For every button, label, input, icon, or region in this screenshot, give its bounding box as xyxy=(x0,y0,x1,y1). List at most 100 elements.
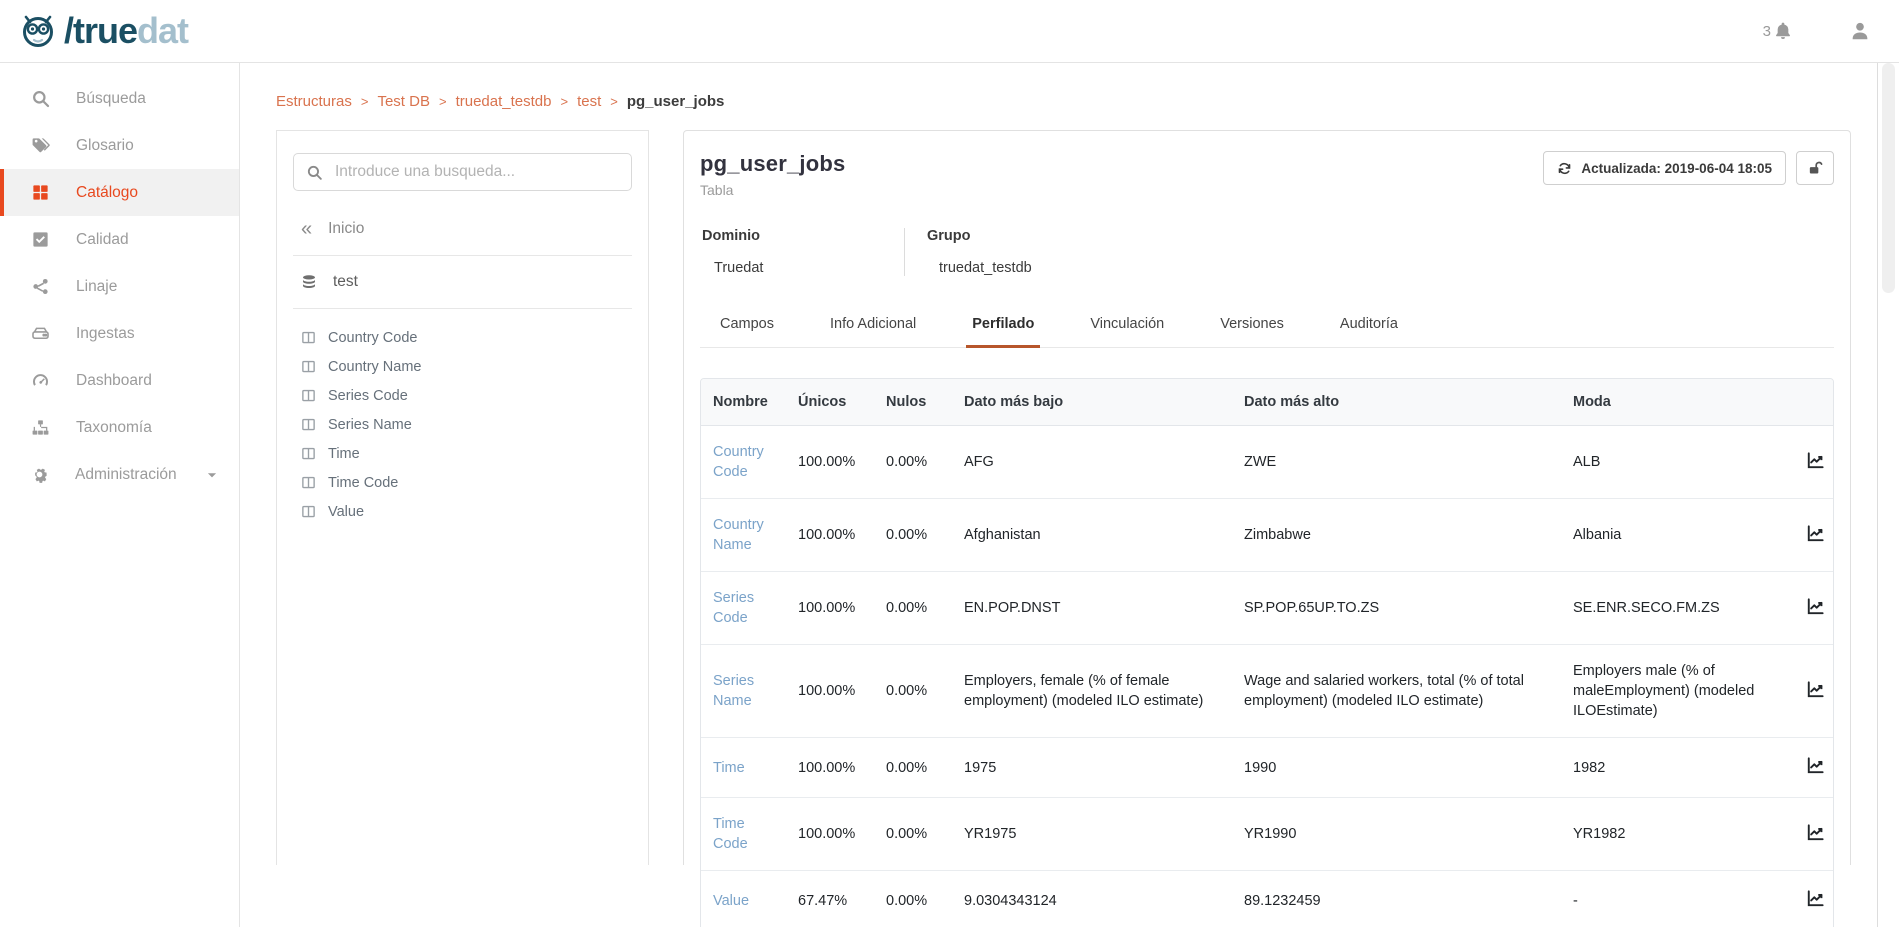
notifications-button[interactable]: 3 xyxy=(1763,21,1793,41)
field-link-country-name[interactable]: Country Name xyxy=(713,517,764,553)
last-updated-button[interactable]: Actualizada: 2019-06-04 18:05 xyxy=(1543,151,1786,185)
tab-campos[interactable]: Campos xyxy=(714,308,780,348)
refresh-icon xyxy=(1557,161,1572,176)
grid-icon xyxy=(30,183,50,202)
cell-nulls: 0.00% xyxy=(874,426,952,499)
cell-actions xyxy=(1792,499,1834,572)
sidebar-item-taxonomia[interactable]: Taxonomía xyxy=(0,404,239,451)
sidebar-item-glosario[interactable]: Glosario xyxy=(0,122,239,169)
column-header-actions xyxy=(1792,379,1834,426)
explorer-parent-node[interactable]: test xyxy=(277,256,648,308)
view-distribution-button[interactable] xyxy=(1804,754,1827,780)
meta-value: truedat_testdb xyxy=(927,260,1032,276)
sidebar-item-label: Administración xyxy=(75,466,177,484)
view-distribution-button[interactable] xyxy=(1804,678,1827,704)
check-square-icon xyxy=(30,230,50,249)
cell-highest: Wage and salaried workers, total (% of t… xyxy=(1232,645,1561,738)
breadcrumb-link-test[interactable]: test xyxy=(577,93,601,110)
column-header-nulos: Nulos xyxy=(874,379,952,426)
explorer-back-home[interactable]: « Inicio xyxy=(277,203,648,255)
truedat-logo[interactable]: /truedat xyxy=(16,9,188,53)
sidebar-item-busqueda[interactable]: Búsqueda xyxy=(0,75,239,122)
field-link-series-code[interactable]: Series Code xyxy=(713,590,754,626)
cell-highest: ZWE xyxy=(1232,426,1561,499)
breadcrumb-link-truedat-testdb[interactable]: truedat_testdb xyxy=(456,93,552,110)
sidebar-item-label: Dashboard xyxy=(76,372,152,390)
explorer-column-value[interactable]: Value xyxy=(277,497,648,526)
view-distribution-button[interactable] xyxy=(1804,595,1827,621)
breadcrumb-separator: > xyxy=(439,94,447,109)
lock-toggle-button[interactable] xyxy=(1796,151,1834,185)
breadcrumb-link-estructuras[interactable]: Estructuras xyxy=(276,93,352,110)
table-row: Country Code100.00%0.00%AFGZWEALB xyxy=(701,426,1834,499)
view-distribution-button[interactable] xyxy=(1804,522,1827,548)
chart-line-icon xyxy=(1806,823,1825,842)
unlock-icon xyxy=(1807,160,1824,177)
meta-value: Truedat xyxy=(702,260,904,276)
explorer-column-time-code[interactable]: Time Code xyxy=(277,468,648,497)
cell-name: Country Code xyxy=(701,426,786,499)
user-avatar-icon[interactable] xyxy=(1849,20,1871,42)
table-columns-icon xyxy=(301,475,316,490)
explorer-column-label: Value xyxy=(328,504,364,520)
tab-perfilado[interactable]: Perfilado xyxy=(966,308,1040,348)
explorer-search-box[interactable] xyxy=(293,153,632,191)
table-row: Time100.00%0.00%197519901982 xyxy=(701,738,1834,798)
scrollbar-thumb[interactable] xyxy=(1882,63,1895,293)
sitemap-icon xyxy=(30,418,50,437)
view-distribution-button[interactable] xyxy=(1804,887,1827,913)
breadcrumb-separator: > xyxy=(560,94,568,109)
table-columns-icon xyxy=(301,388,316,403)
owl-logo-icon xyxy=(16,9,60,53)
view-distribution-button[interactable] xyxy=(1804,449,1827,475)
sidebar-item-dashboard[interactable]: Dashboard xyxy=(0,357,239,404)
cell-highest: 89.1232459 xyxy=(1232,871,1561,927)
explorer-search-input[interactable] xyxy=(335,163,619,181)
cell-unique: 100.00% xyxy=(786,645,874,738)
cell-lowest: 9.0304343124 xyxy=(952,871,1232,927)
explorer-column-time[interactable]: Time xyxy=(277,439,648,468)
field-link-country-code[interactable]: Country Code xyxy=(713,444,764,480)
field-link-series-name[interactable]: Series Name xyxy=(713,673,754,709)
search-icon xyxy=(306,164,323,181)
tab-info-adicional[interactable]: Info Adicional xyxy=(824,308,922,348)
cell-nulls: 0.00% xyxy=(874,645,952,738)
sidebar-item-label: Glosario xyxy=(76,137,134,155)
explorer-column-label: Time xyxy=(328,446,360,462)
tags-icon xyxy=(30,136,50,155)
cell-nulls: 0.00% xyxy=(874,499,952,572)
explorer-column-series-name[interactable]: Series Name xyxy=(277,410,648,439)
cell-lowest: YR1975 xyxy=(952,798,1232,871)
view-distribution-button[interactable] xyxy=(1804,821,1827,847)
page-title: pg_user_jobs xyxy=(700,151,845,177)
cell-unique: 67.47% xyxy=(786,871,874,927)
field-link-time-code[interactable]: Time Code xyxy=(713,816,748,852)
sidebar-item-catalogo[interactable]: Catálogo xyxy=(0,169,239,216)
explorer-column-country-code[interactable]: Country Code xyxy=(277,323,648,352)
sidebar-item-ingestas[interactable]: Ingestas xyxy=(0,310,239,357)
explorer-column-country-name[interactable]: Country Name xyxy=(277,352,648,381)
top-header: /truedat 3 xyxy=(0,0,1899,63)
cell-mode: YR1982 xyxy=(1561,798,1792,871)
field-link-value[interactable]: Value xyxy=(713,893,749,909)
breadcrumb: Estructuras>Test DB>truedat_testdb>test>… xyxy=(276,93,1899,110)
field-link-time[interactable]: Time xyxy=(713,760,745,776)
cell-actions xyxy=(1792,871,1834,927)
sidebar-item-label: Calidad xyxy=(76,231,129,249)
breadcrumb-link-test-db[interactable]: Test DB xyxy=(377,93,430,110)
tab-auditoria[interactable]: Auditoría xyxy=(1334,308,1404,348)
sidebar-item-administracion[interactable]: Administración xyxy=(0,451,239,498)
sidebar-item-calidad[interactable]: Calidad xyxy=(0,216,239,263)
cell-actions xyxy=(1792,738,1834,798)
meta-section: DominioTruedatGrupotruedat_testdb xyxy=(700,228,1834,276)
cell-name: Time Code xyxy=(701,798,786,871)
tab-vinculacion[interactable]: Vinculación xyxy=(1084,308,1170,348)
primary-sidebar: Búsqueda Glosario Catálogo Calidad LinajeIng… xyxy=(0,63,240,927)
cell-highest: YR1990 xyxy=(1232,798,1561,871)
hdd-icon xyxy=(30,324,50,343)
sidebar-item-linaje[interactable]: Linaje xyxy=(0,263,239,310)
structure-detail-card: pg_user_jobs Tabla Actualizada: 2019- xyxy=(683,130,1851,865)
explorer-column-label: Country Name xyxy=(328,359,421,375)
tab-versiones[interactable]: Versiones xyxy=(1214,308,1290,348)
explorer-column-series-code[interactable]: Series Code xyxy=(277,381,648,410)
